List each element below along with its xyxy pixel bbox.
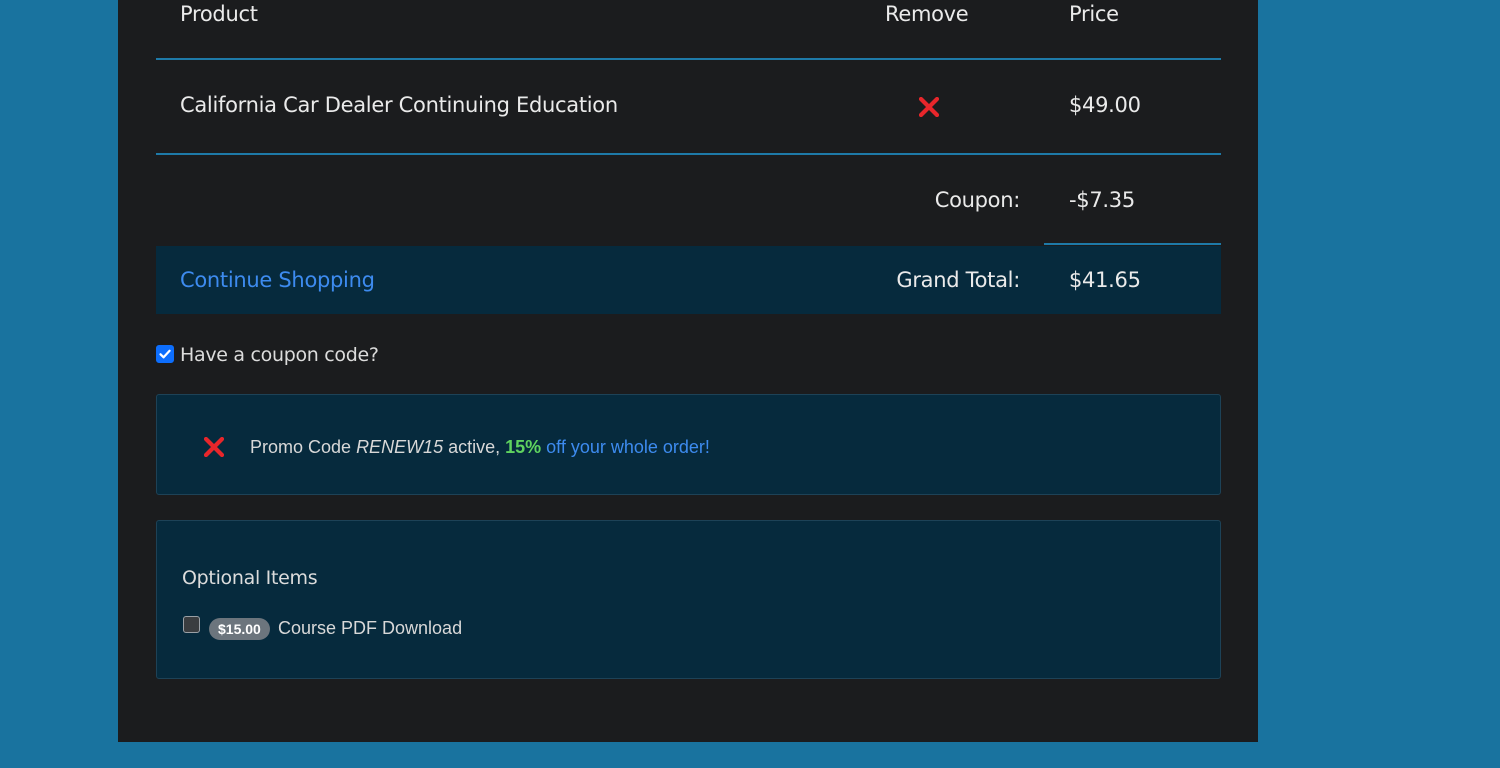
header-price: Price [1069, 2, 1119, 26]
continue-shopping-link[interactable]: Continue Shopping [180, 266, 375, 294]
grand-total-value: $41.65 [1069, 268, 1141, 292]
header-divider [156, 58, 1221, 60]
price-badge: $15.00 [209, 618, 270, 640]
cart-panel: Product Remove Price California Car Deal… [118, 0, 1258, 742]
promo-prefix: Promo Code [250, 437, 357, 457]
grand-total-label: Grand Total: [896, 268, 1020, 292]
remove-promo-icon[interactable] [204, 437, 224, 457]
coupon-checkbox-label[interactable]: Have a coupon code? [180, 341, 379, 369]
optional-item-label[interactable]: Course PDF Download [278, 616, 462, 640]
checkmark-icon [159, 349, 171, 359]
header-remove: Remove [885, 2, 969, 26]
promo-suffix: off your whole order! [541, 437, 710, 457]
coupon-value: -$7.35 [1069, 188, 1135, 212]
promo-percent: 15% [505, 437, 542, 457]
promo-box: Promo Code RENEW15 active, 15% off your … [156, 394, 1221, 495]
coupon-checkbox[interactable] [156, 345, 174, 363]
coupon-label: Coupon: [934, 188, 1021, 212]
product-price: $49.00 [1069, 93, 1141, 117]
promo-message: Promo Code RENEW15 active, 15% off your … [250, 435, 710, 459]
item-divider [156, 153, 1221, 155]
optional-item-checkbox[interactable] [183, 616, 200, 633]
total-divider [1044, 243, 1221, 245]
optional-items-title: Optional Items [182, 567, 318, 589]
product-name: California Car Dealer Continuing Educati… [180, 93, 618, 117]
promo-code: RENEW15 [356, 437, 444, 457]
optional-items-box: Optional Items $15.00 Course PDF Downloa… [156, 520, 1221, 679]
promo-middle: active, [443, 437, 506, 457]
close-icon[interactable] [919, 97, 939, 117]
header-product: Product [180, 2, 258, 26]
